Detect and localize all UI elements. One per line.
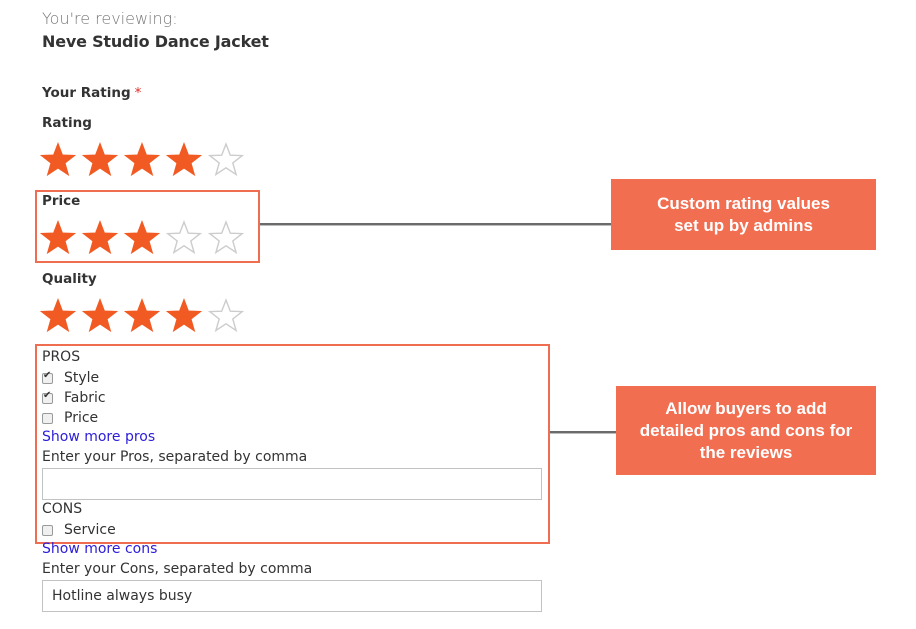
star-filled-icon[interactable]: [82, 220, 124, 256]
callout-line: Custom rating values: [657, 193, 830, 213]
callout-line: detailed pros and cons for: [639, 420, 853, 440]
show-more-cons-link[interactable]: Show more cons: [42, 541, 157, 557]
pros-option-label: Fabric: [64, 390, 106, 406]
product-name: Neve Studio Dance Jacket: [42, 32, 269, 51]
star-empty-icon[interactable]: [208, 220, 250, 256]
star-rating-overall[interactable]: [40, 142, 250, 178]
pros-option-label: Style: [64, 370, 100, 386]
star-filled-icon[interactable]: [82, 142, 124, 178]
callout-custom-ratings: Custom rating values set up by admins: [611, 179, 876, 250]
callout-connector-ratings: [260, 223, 611, 225]
callout-line: the reviews: [699, 442, 793, 462]
callout-line: set up by admins: [674, 215, 813, 235]
cons-option[interactable]: Service: [42, 520, 116, 540]
pros-option[interactable]: Price: [42, 408, 106, 428]
star-empty-icon[interactable]: [166, 220, 208, 256]
star-filled-icon[interactable]: [40, 298, 82, 334]
cons-input[interactable]: [42, 580, 542, 612]
cons-input-label: Enter your Cons, separated by comma: [42, 561, 313, 577]
rating-label-quality: Quality: [42, 271, 97, 287]
checkbox[interactable]: [42, 412, 53, 424]
star-rating-price[interactable]: [40, 220, 250, 256]
cons-title: CONS: [42, 501, 83, 517]
pros-option[interactable]: Style: [42, 368, 106, 388]
rating-label-overall: Rating: [42, 115, 92, 131]
star-filled-icon[interactable]: [40, 142, 82, 178]
callout-pros-cons: Allow buyers to add detailed pros and co…: [616, 386, 876, 475]
cons-option-label: Service: [64, 522, 116, 538]
show-more-pros-link[interactable]: Show more pros: [42, 429, 155, 445]
rating-label-price: Price: [42, 193, 81, 209]
pros-option-label: Price: [64, 410, 99, 426]
your-rating-heading: Your Rating *: [42, 85, 141, 101]
star-empty-icon[interactable]: [208, 298, 250, 334]
callout-line: Allow buyers to add: [665, 398, 827, 418]
callout-connector-pros-cons: [550, 431, 616, 433]
star-filled-icon[interactable]: [40, 220, 82, 256]
star-filled-icon[interactable]: [166, 298, 208, 334]
star-empty-icon[interactable]: [208, 142, 250, 178]
checkbox[interactable]: [42, 370, 53, 384]
required-mark: *: [134, 85, 142, 101]
star-filled-icon[interactable]: [124, 220, 166, 256]
pros-input[interactable]: [42, 468, 542, 500]
checkbox[interactable]: [42, 390, 53, 404]
pros-option[interactable]: Fabric: [42, 388, 106, 408]
pros-options: Style Fabric Price: [42, 368, 106, 428]
star-rating-quality[interactable]: [40, 298, 250, 334]
reviewing-label: You're reviewing:: [42, 9, 178, 28]
pros-title: PROS: [42, 349, 81, 365]
star-filled-icon[interactable]: [166, 142, 208, 178]
your-rating-title: Your Rating: [42, 85, 131, 101]
star-filled-icon[interactable]: [124, 142, 166, 178]
pros-input-label: Enter your Pros, separated by comma: [42, 449, 308, 465]
star-filled-icon[interactable]: [82, 298, 124, 334]
cons-options: Service: [42, 520, 116, 540]
star-filled-icon[interactable]: [124, 298, 166, 334]
checkbox[interactable]: [42, 524, 53, 536]
